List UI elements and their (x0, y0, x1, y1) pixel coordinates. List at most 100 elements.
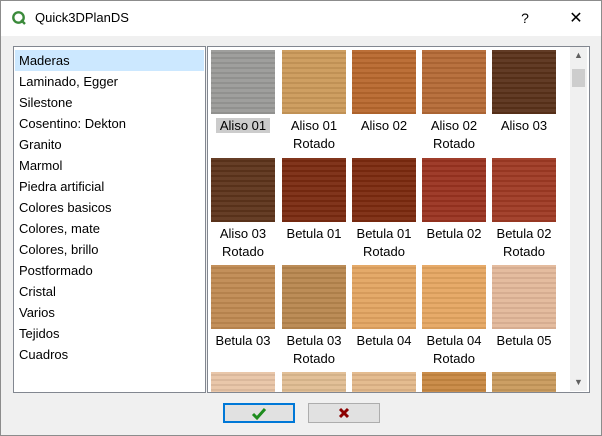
material-swatch[interactable] (492, 50, 556, 114)
material-label-text: Betula 02 (426, 226, 482, 241)
category-item[interactable]: Colores basicos (15, 197, 204, 218)
material-label-text: Aliso 02 Rotado (430, 118, 478, 151)
material-label: Betula 03 (208, 332, 278, 350)
material-tile[interactable]: Aliso 03 (489, 50, 559, 135)
material-label: Aliso 03 Rotado (208, 225, 278, 261)
check-icon (251, 408, 267, 421)
material-swatch[interactable] (492, 372, 556, 392)
material-swatch[interactable] (211, 50, 275, 114)
material-label-text: Aliso 01 (215, 118, 271, 133)
material-tile[interactable] (279, 372, 349, 392)
material-swatch[interactable] (352, 50, 416, 114)
material-tile[interactable] (489, 372, 559, 392)
dialog-window: Quick3DPlanDS ? ✕ Maderas Laminado, Egger… (0, 0, 602, 436)
category-item[interactable]: Granito (15, 134, 204, 155)
material-label-text: Aliso 02 (360, 118, 408, 133)
material-label: Aliso 01 (208, 117, 278, 135)
material-tile[interactable]: Aliso 02 Rotado (419, 50, 489, 153)
material-label: Betula 03 Rotado (279, 332, 349, 368)
material-tile[interactable]: Betula 03 Rotado (279, 265, 349, 368)
material-label: Betula 04 (349, 332, 419, 350)
category-item[interactable]: Colores, brillo (15, 239, 204, 260)
material-tile[interactable]: Aliso 03 Rotado (208, 158, 278, 261)
material-label-text: Betula 02 Rotado (496, 226, 552, 259)
material-swatch[interactable] (282, 50, 346, 114)
title-bar: Quick3DPlanDS ? ✕ (1, 1, 601, 36)
app-logo-icon (12, 11, 26, 25)
material-swatch[interactable] (422, 265, 486, 329)
material-label: Betula 01 (279, 225, 349, 243)
material-label: Aliso 01 Rotado (279, 117, 349, 153)
material-tile[interactable] (208, 372, 278, 392)
category-item[interactable]: Maderas (15, 50, 204, 71)
material-label-text: Aliso 01 Rotado (290, 118, 338, 151)
category-item[interactable]: Postformado (15, 260, 204, 281)
category-list[interactable]: Maderas Laminado, Egger Silestone Cosentino… (13, 46, 206, 393)
material-swatch[interactable] (282, 372, 346, 392)
material-label-text: Betula 04 (356, 333, 412, 348)
material-label: Aliso 02 Rotado (419, 117, 489, 153)
material-tile[interactable]: Betula 05 (489, 265, 559, 350)
material-swatch[interactable] (211, 158, 275, 222)
grid-scrollbar[interactable]: ▲ ▼ (570, 47, 587, 391)
material-swatch[interactable] (422, 372, 486, 392)
material-swatch[interactable] (352, 372, 416, 392)
category-item[interactable]: Silestone (15, 92, 204, 113)
material-swatch[interactable] (282, 158, 346, 222)
material-label: Aliso 02 (349, 117, 419, 135)
material-tile[interactable]: Aliso 02 (349, 50, 419, 135)
material-swatch[interactable] (352, 158, 416, 222)
material-label-text: Betula 04 Rotado (426, 333, 482, 366)
category-item[interactable]: Laminado, Egger (15, 71, 204, 92)
window-title: Quick3DPlanDS (35, 10, 129, 25)
material-label: Betula 05 (489, 332, 559, 350)
material-tile[interactable]: Betula 04 Rotado (419, 265, 489, 368)
scroll-thumb[interactable] (572, 69, 585, 87)
material-swatch[interactable] (492, 158, 556, 222)
material-label-text: Aliso 03 (500, 118, 548, 133)
material-grid: Aliso 01 Aliso 01 Rotado Aliso 02 Aliso 02 … (207, 46, 590, 393)
material-label-text: Betula 05 (496, 333, 552, 348)
material-tile[interactable] (419, 372, 489, 392)
scroll-down-icon[interactable]: ▼ (570, 374, 587, 391)
material-label: Betula 04 Rotado (419, 332, 489, 368)
material-label: Aliso 03 (489, 117, 559, 135)
material-swatch[interactable] (282, 265, 346, 329)
material-tile[interactable]: Betula 02 Rotado (489, 158, 559, 261)
category-item[interactable]: Piedra artificial (15, 176, 204, 197)
material-swatch[interactable] (492, 265, 556, 329)
category-item[interactable]: Varios (15, 302, 204, 323)
cancel-button[interactable] (308, 403, 380, 423)
material-swatch[interactable] (422, 50, 486, 114)
material-label-text: Aliso 03 Rotado (219, 226, 267, 259)
material-swatch[interactable] (211, 372, 275, 392)
material-label: Betula 02 (419, 225, 489, 243)
x-icon (338, 407, 350, 419)
material-tile[interactable]: Betula 01 Rotado (349, 158, 419, 261)
material-tile[interactable]: Betula 04 (349, 265, 419, 350)
category-item[interactable]: Marmol (15, 155, 204, 176)
material-swatch[interactable] (422, 158, 486, 222)
material-label-text: Betula 03 (215, 333, 271, 348)
material-label-text: Betula 03 Rotado (286, 333, 342, 366)
category-item[interactable]: Cosentino: Dekton (15, 113, 204, 134)
help-button[interactable]: ? (505, 1, 545, 36)
material-swatch[interactable] (211, 265, 275, 329)
scroll-up-icon[interactable]: ▲ (570, 47, 587, 64)
category-item[interactable]: Cristal (15, 281, 204, 302)
material-tile[interactable]: Aliso 01 (208, 50, 278, 135)
material-tile[interactable]: Betula 02 (419, 158, 489, 243)
category-item[interactable]: Tejidos (15, 323, 204, 344)
category-item[interactable]: Cuadros (15, 344, 204, 365)
material-tile[interactable]: Aliso 01 Rotado (279, 50, 349, 153)
material-label: Betula 02 Rotado (489, 225, 559, 261)
material-tile[interactable]: Betula 03 (208, 265, 278, 350)
material-tile[interactable]: Betula 01 (279, 158, 349, 243)
material-label-text: Betula 01 Rotado (356, 226, 412, 259)
material-label-text: Betula 01 (286, 226, 342, 241)
ok-button[interactable] (223, 403, 295, 423)
material-swatch[interactable] (352, 265, 416, 329)
close-button[interactable]: ✕ (553, 1, 599, 36)
material-tile[interactable] (349, 372, 419, 392)
category-item[interactable]: Colores, mate (15, 218, 204, 239)
